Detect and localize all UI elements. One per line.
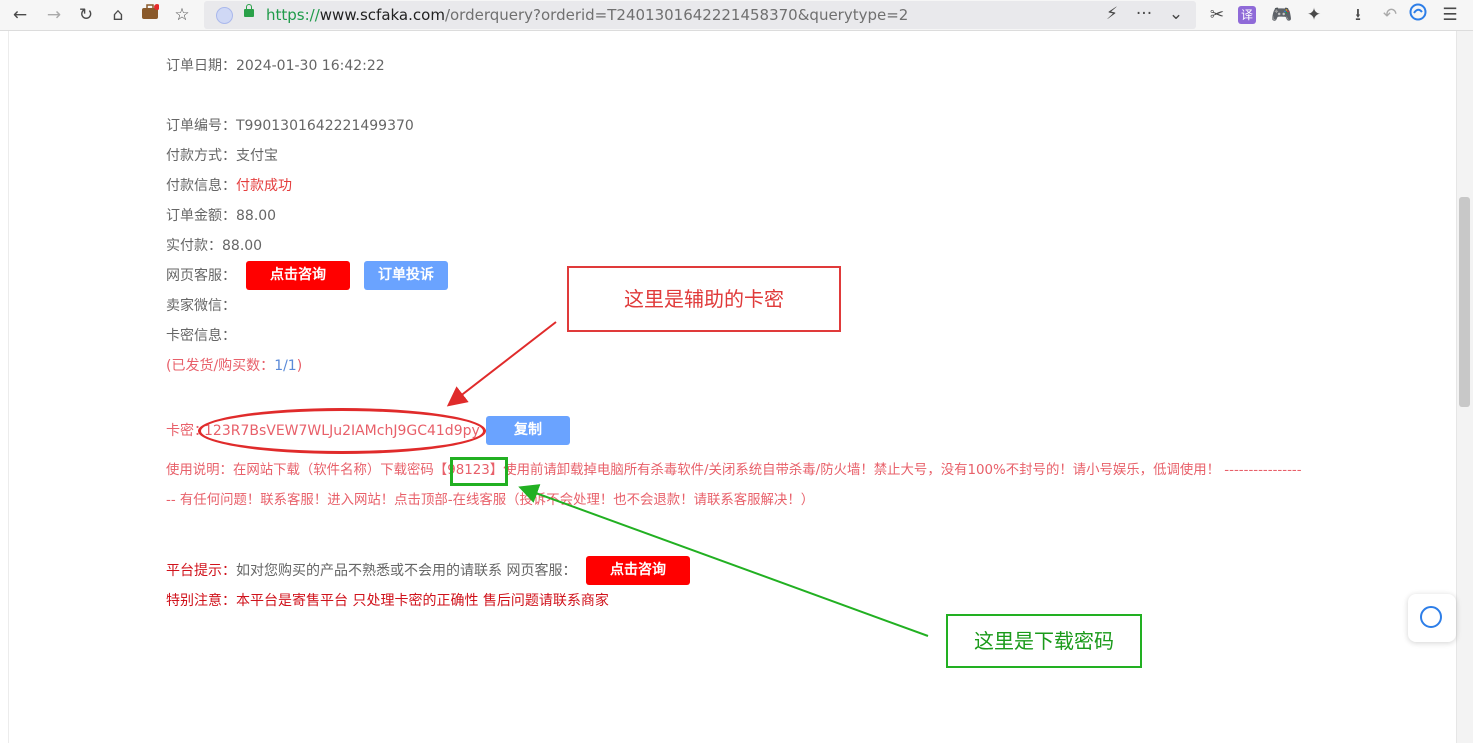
green-arrow [518,484,929,637]
password-highlight-box [450,457,508,486]
red-arrow [446,321,557,407]
floating-helper-button[interactable] [1408,594,1456,642]
annotation-download-password: 这里是下载密码 [946,614,1142,668]
helper-icon [1420,606,1442,628]
card-key-highlight-ellipse [198,408,486,454]
annotation-card-key: 这里是辅助的卡密 [567,266,841,332]
annotation-arrows [446,321,929,637]
